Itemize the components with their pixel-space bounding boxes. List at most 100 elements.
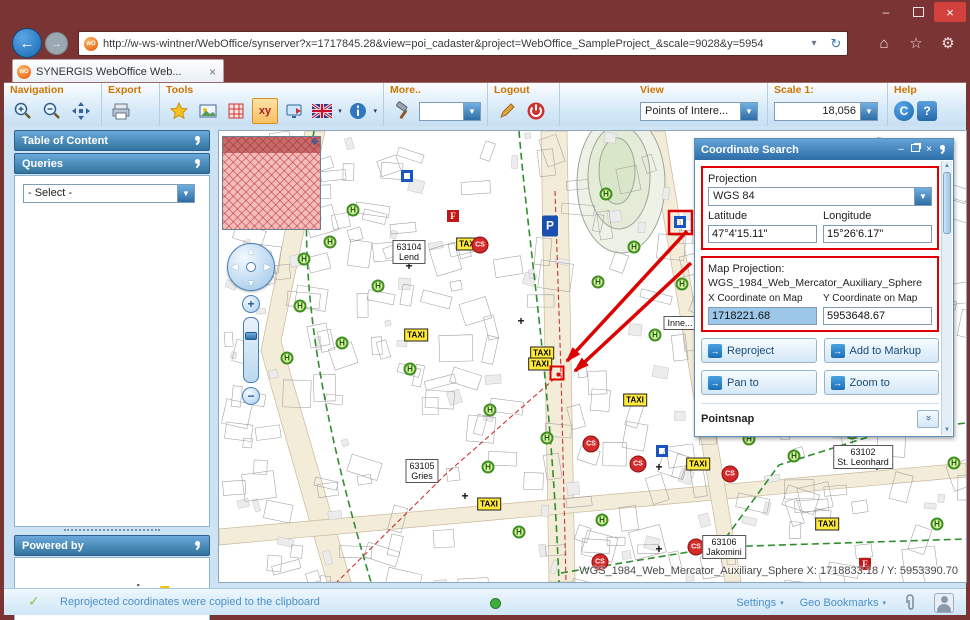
scroll-down-icon[interactable]: ▼: [942, 425, 952, 435]
toolbar-group-export: Export: [102, 83, 160, 127]
panel-restore-icon[interactable]: [908, 144, 922, 155]
zoom-slider[interactable]: [243, 317, 259, 383]
view-select[interactable]: Points of Intere... ▼: [640, 102, 758, 121]
pan-left-icon[interactable]: ◀: [231, 262, 238, 273]
image-icon: [198, 101, 218, 121]
zoom-in-slider-button[interactable]: +: [242, 295, 260, 313]
settings-menu[interactable]: Settings ▾: [736, 597, 783, 609]
help-question-button[interactable]: ?: [917, 101, 937, 121]
map-projection-value: WGS_1984_Web_Mercator_Auxiliary_Sphere: [708, 277, 932, 289]
refresh-icon[interactable]: ↻: [825, 36, 847, 52]
browser-tab[interactable]: wO SYNERGIS WebOffice Web... ×: [12, 59, 224, 83]
panel-minimize-icon[interactable]: –: [894, 144, 908, 155]
query-select[interactable]: - Select - ▼: [23, 184, 195, 203]
projection-select[interactable]: WGS 84 ▼: [708, 187, 932, 206]
edit-pen-button[interactable]: [494, 98, 520, 124]
panel-scrollbar[interactable]: ▲ ▼: [941, 161, 952, 435]
home-icon[interactable]: ⌂: [872, 31, 896, 55]
group-label: Export: [108, 84, 153, 98]
window-minimize-button[interactable]: –: [870, 2, 902, 22]
zoom-to-button[interactable]: → Zoom to: [824, 370, 940, 395]
x-coordinate-input[interactable]: [708, 307, 817, 325]
add-to-markup-button[interactable]: → Add to Markup: [824, 338, 940, 363]
language-caret-icon[interactable]: ▾: [338, 107, 342, 115]
coordinate-search-panel: Coordinate Search – × Projection WGS 84 …: [694, 138, 954, 437]
reproject-button[interactable]: → Reproject: [701, 338, 817, 363]
window-maximize-button[interactable]: [902, 2, 934, 22]
pin-icon[interactable]: [193, 136, 202, 145]
pin-icon[interactable]: [193, 159, 202, 168]
info-icon: [348, 101, 368, 121]
pan-right-icon[interactable]: ▶: [264, 262, 271, 273]
tab-close-icon[interactable]: ×: [206, 65, 219, 79]
settings-gear-icon[interactable]: ⚙: [936, 31, 960, 55]
help-c-button[interactable]: C: [894, 101, 914, 121]
pan-up-icon[interactable]: ▲: [247, 246, 256, 256]
pan-button[interactable]: [68, 98, 94, 124]
tools-hammer-button[interactable]: [390, 98, 416, 124]
browser-window: – × ← → wO http://w-ws-wintner/WebOffice…: [0, 0, 970, 620]
info-tool-button[interactable]: [345, 98, 371, 124]
overview-map-inset[interactable]: ✥: [222, 136, 321, 230]
scale-combo[interactable]: 18,056 ▼: [774, 102, 878, 121]
toolbar-group-more: More.. ▼: [384, 83, 488, 127]
more-select[interactable]: ▼: [419, 102, 481, 121]
scroll-up-icon[interactable]: ▲: [942, 161, 952, 171]
map-viewport[interactable]: HHHHHHHHHHHHHHHHHHHHHHHHHHTAXITAXITAXITA…: [218, 130, 967, 583]
logout-power-button[interactable]: [523, 98, 549, 124]
longitude-input[interactable]: [823, 225, 932, 243]
zoom-out-button[interactable]: [39, 98, 65, 124]
toolbar-group-help: Help C ?: [888, 83, 966, 127]
browser-navbar: ← → wO http://w-ws-wintner/WebOffice/syn…: [0, 28, 970, 58]
user-avatar[interactable]: [934, 593, 954, 613]
language-tool-button[interactable]: [310, 98, 336, 124]
info-caret-icon[interactable]: ▾: [373, 107, 377, 115]
projection-select-value: WGS 84: [709, 188, 914, 205]
zoom-slider-thumb[interactable]: [245, 332, 257, 340]
copy-map-tool-button[interactable]: [281, 98, 307, 124]
scroll-thumb[interactable]: [943, 172, 951, 234]
paperclip-icon[interactable]: [902, 594, 918, 612]
xy-icon: xy: [259, 105, 271, 117]
y-coordinate-input[interactable]: [823, 307, 932, 325]
pan-to-button[interactable]: → Pan to: [701, 370, 817, 395]
overview-extent-shade: [223, 137, 320, 153]
window-titlebar[interactable]: – ×: [0, 0, 970, 28]
pointsnap-expand-button[interactable]: »: [917, 410, 939, 428]
pointsnap-label: Pointsnap: [701, 413, 917, 425]
pan-down-icon[interactable]: ▼: [247, 278, 256, 288]
sidebar-header-powered-by[interactable]: Powered by: [14, 535, 210, 556]
favorites-tool-button[interactable]: [166, 98, 192, 124]
overview-grid-tool-button[interactable]: [223, 98, 249, 124]
map-projection-label: Map Projection:: [708, 263, 932, 275]
pan-pad[interactable]: ▲ ▼ ◀ ▶: [227, 243, 275, 291]
main-area: Table of Content Queries - Select - ▼ Po…: [4, 126, 966, 588]
print-button[interactable]: [108, 98, 134, 124]
panel-titlebar[interactable]: Coordinate Search – ×: [695, 139, 953, 160]
forward-button[interactable]: →: [45, 32, 68, 55]
dropdown-caret-icon: ▼: [914, 188, 931, 205]
queries-header-label: Queries: [22, 158, 63, 170]
maximize-icon: [913, 7, 924, 17]
pan-center-icon[interactable]: [246, 262, 256, 272]
zoom-out-slider-button[interactable]: −: [242, 387, 260, 405]
panel-close-icon[interactable]: ×: [922, 144, 936, 155]
sidebar-header-table-of-content[interactable]: Table of Content: [14, 130, 210, 151]
back-button[interactable]: ←: [12, 28, 42, 58]
zoom-in-button[interactable]: [10, 98, 36, 124]
address-bar[interactable]: wO http://w-ws-wintner/WebOffice/synserv…: [78, 31, 848, 56]
group-label: Help: [894, 84, 960, 98]
geo-bookmarks-menu[interactable]: Geo Bookmarks ▾: [800, 597, 886, 609]
latitude-input[interactable]: [708, 225, 817, 243]
autocomplete-caret-icon[interactable]: ▾: [803, 38, 825, 49]
coordinate-search-tool-button[interactable]: xy: [252, 98, 278, 124]
sidebar-header-queries[interactable]: Queries: [14, 153, 210, 174]
favorites-star-icon[interactable]: ☆: [904, 31, 928, 55]
pin-icon[interactable]: [193, 541, 202, 550]
window-close-button[interactable]: ×: [934, 2, 966, 22]
map-navigator: ▲ ▼ ◀ ▶ + −: [227, 243, 275, 405]
panel-pin-icon[interactable]: [938, 145, 947, 154]
screenshot-tool-button[interactable]: [195, 98, 221, 124]
status-message: Reprojected coordinates were copied to t…: [60, 596, 320, 608]
overview-drag-handle-icon[interactable]: ✥: [311, 138, 319, 148]
